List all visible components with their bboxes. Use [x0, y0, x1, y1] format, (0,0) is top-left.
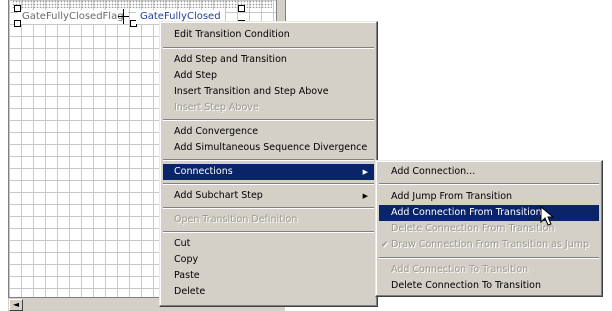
menu-item-label: Add Subchart Step	[174, 190, 263, 201]
menu-item-edit-transition-condition[interactable]: Edit Transition Condition	[163, 27, 374, 43]
menu-separator	[163, 119, 374, 121]
menu-item-label: Insert Transition and Step Above	[174, 86, 329, 97]
menu-item-label: Edit Transition Condition	[174, 29, 290, 40]
menu-item-label: Add Simultaneous Sequence Divergence	[174, 142, 368, 153]
context-menu: Edit Transition Condition Add Step and T…	[159, 21, 378, 307]
submenu-item-add-connection-from-transition[interactable]: Add Connection From Transition	[379, 205, 599, 221]
menu-item-add-simultaneous-sequence-divergence[interactable]: Add Simultaneous Sequence Divergence	[163, 140, 374, 156]
menu-item-label: Add Connection From Transition	[391, 207, 542, 218]
submenu-item-delete-connection-from-transition: Delete Connection From Transition	[379, 221, 599, 237]
menu-item-label: Delete	[174, 286, 206, 297]
menu-item-label: Draw Connection From Transition as Jump	[391, 239, 590, 250]
flag-node-label[interactable]: GateFullyClosedFlag	[18, 10, 128, 24]
transition-bar[interactable]	[118, 16, 129, 17]
selection-strip	[12, 0, 272, 8]
menu-item-label: Add Step	[174, 70, 218, 81]
menu-item-paste[interactable]: Paste	[163, 268, 374, 284]
submenu-item-add-jump-from-transition[interactable]: Add Jump From Transition	[379, 189, 599, 205]
submenu-item-delete-connection-to-transition[interactable]: Delete Connection To Transition	[379, 278, 599, 294]
menu-separator	[163, 159, 374, 161]
menu-separator	[379, 183, 599, 185]
menu-item-label: Delete Connection From Transition	[391, 223, 555, 234]
menu-item-label: Open Transition Definition	[174, 214, 298, 225]
mouse-pointer-icon	[540, 206, 555, 226]
menu-item-connections[interactable]: Connections ▶	[163, 164, 374, 180]
menu-item-delete[interactable]: Delete	[163, 284, 374, 300]
menu-item-label: Paste	[174, 270, 200, 281]
menu-item-insert-step-above: Insert Step Above	[163, 100, 374, 116]
menu-separator	[379, 257, 599, 259]
selection-handle[interactable]	[14, 5, 21, 12]
menu-item-insert-transition-and-step-above[interactable]: Insert Transition and Step Above	[163, 84, 374, 100]
menu-separator	[163, 183, 374, 185]
menu-item-label: Add Connection...	[391, 166, 476, 177]
menu-item-add-subchart-step[interactable]: Add Subchart Step ▶	[163, 188, 374, 204]
menu-item-label: Delete Connection To Transition	[391, 280, 541, 291]
menu-item-add-step-and-transition[interactable]: Add Step and Transition	[163, 52, 374, 68]
menu-item-label: Cut	[174, 238, 191, 249]
submenu-item-draw-connection-as-jump: ✔ Draw Connection From Transition as Jum…	[379, 237, 599, 253]
selection-handle[interactable]	[14, 20, 21, 27]
checkmark-icon: ✔	[381, 240, 389, 250]
submenu-item-add-connection-to-transition: Add Connection To Transition	[379, 262, 599, 278]
menu-item-cut[interactable]: Cut	[163, 236, 374, 252]
menu-item-label: Add Jump From Transition	[391, 191, 513, 202]
menu-separator	[163, 47, 374, 49]
menu-item-label: Copy	[174, 254, 199, 265]
submenu-arrow-icon: ▶	[362, 168, 368, 176]
menu-item-label: Connections	[174, 166, 233, 177]
selection-handle[interactable]	[238, 5, 245, 12]
menu-item-label: Add Step and Transition	[174, 54, 287, 65]
menu-item-label: Add Connection To Transition	[391, 264, 529, 275]
menu-separator	[163, 231, 374, 233]
menu-item-label: Insert Step Above	[174, 102, 259, 113]
menu-item-copy[interactable]: Copy	[163, 252, 374, 268]
scroll-left-arrow-icon[interactable]: ◄	[9, 299, 23, 311]
menu-separator	[163, 207, 374, 209]
menu-item-add-step[interactable]: Add Step	[163, 68, 374, 84]
menu-item-open-transition-definition: Open Transition Definition	[163, 212, 374, 228]
menu-item-add-convergence[interactable]: Add Convergence	[163, 124, 374, 140]
submenu-arrow-icon: ▶	[362, 192, 368, 200]
submenu-item-add-connection[interactable]: Add Connection...	[379, 164, 599, 180]
connections-submenu: Add Connection... Add Jump From Transiti…	[375, 160, 603, 297]
menu-item-label: Add Convergence	[174, 126, 259, 137]
